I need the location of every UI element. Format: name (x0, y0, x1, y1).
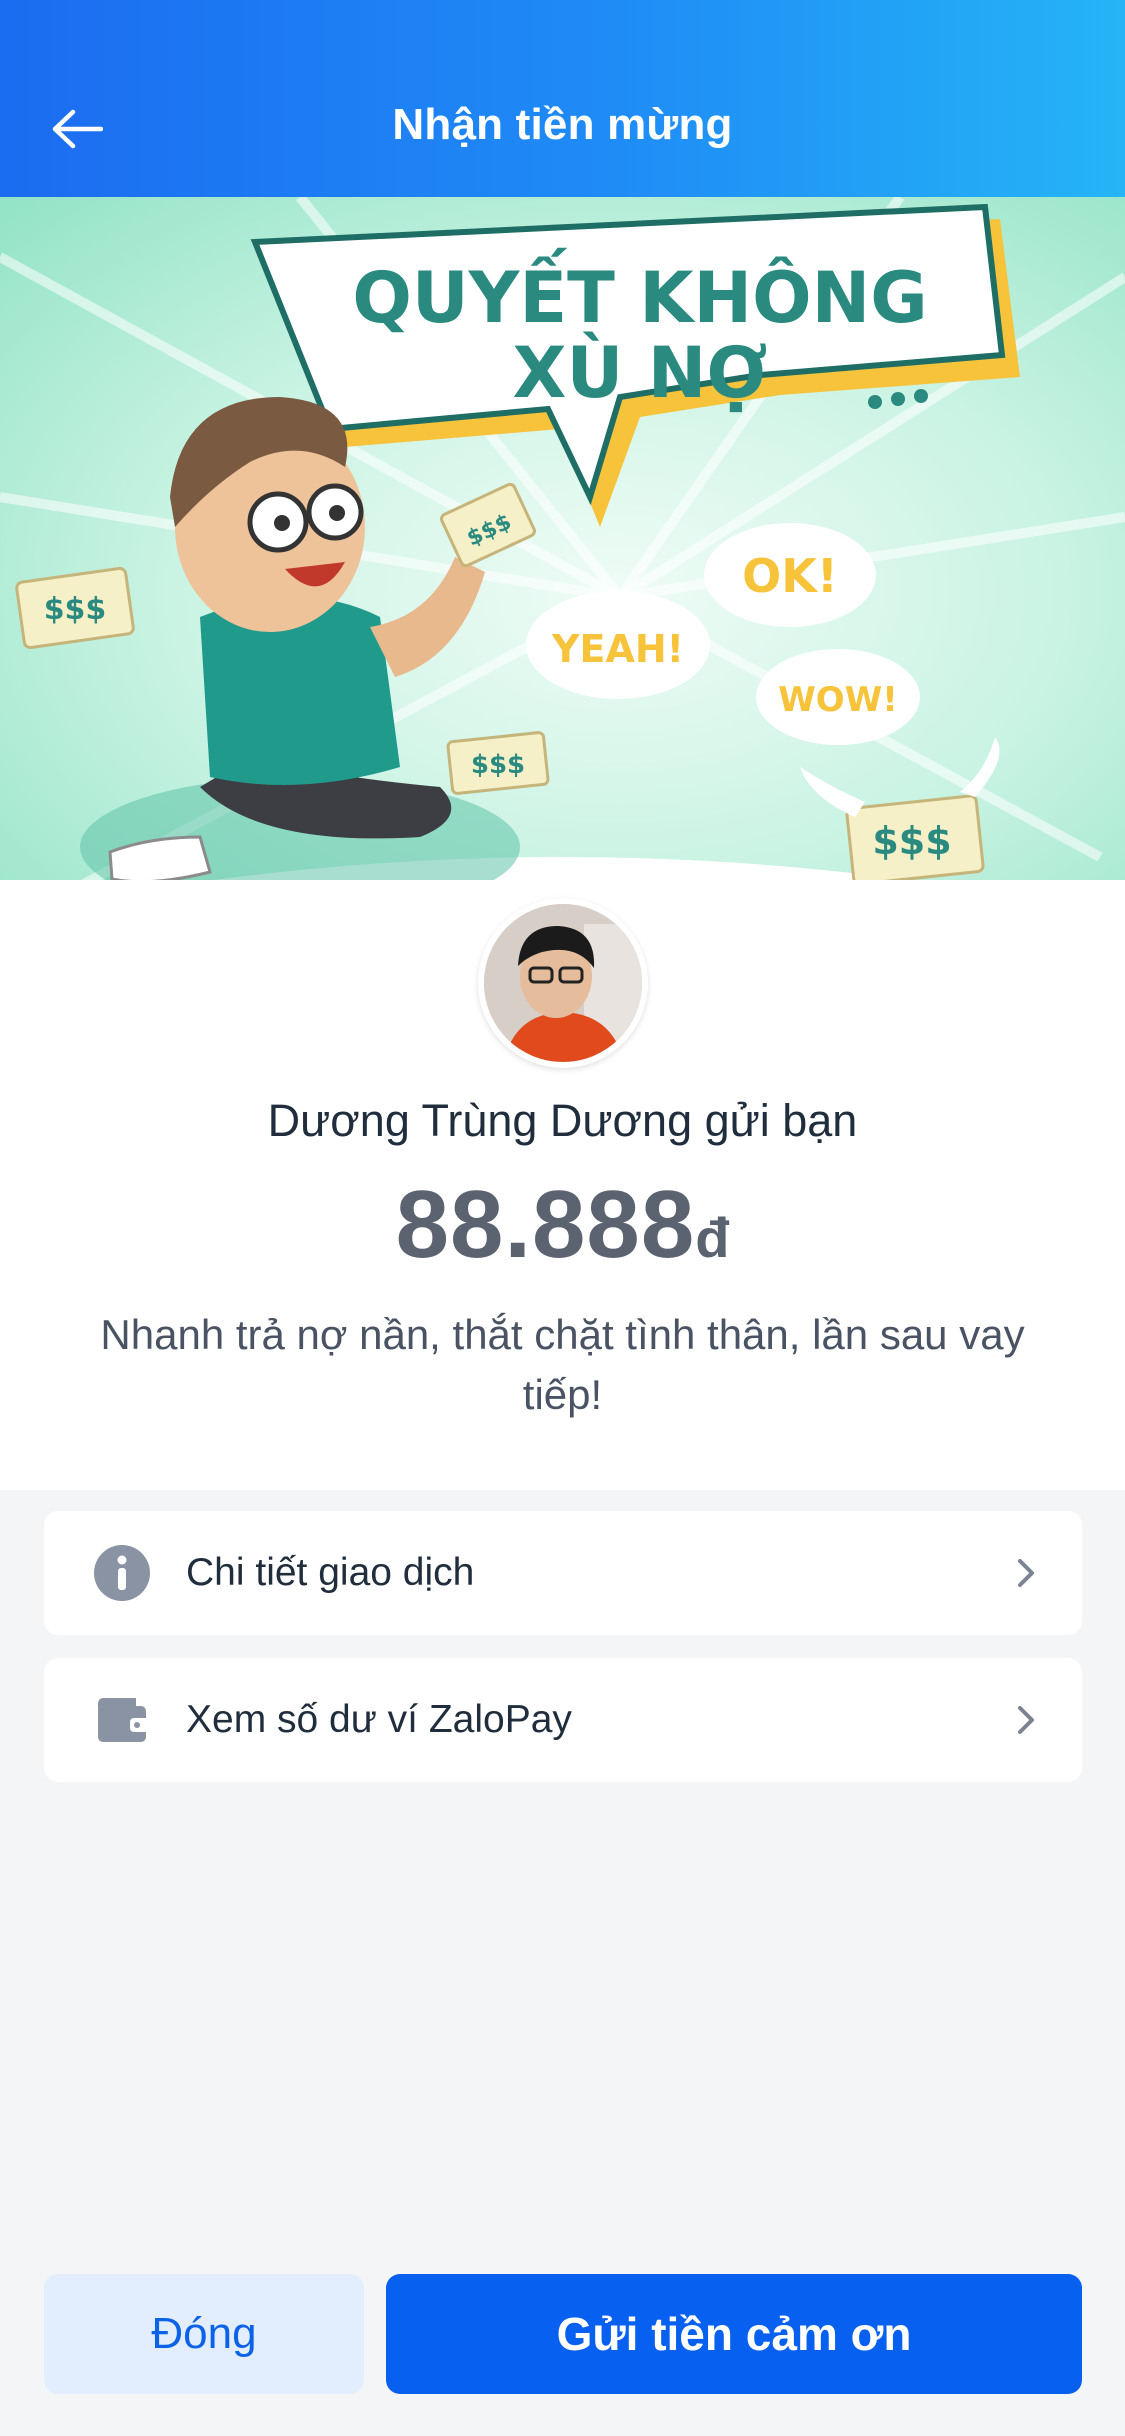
chevron-right-icon (1018, 1706, 1034, 1734)
header-bar: Nhận tiền mừng (0, 0, 1125, 197)
chevron-right-icon (1018, 1559, 1034, 1587)
svg-text:XÙ NỢ: XÙ NỢ (513, 332, 768, 414)
wallet-icon (98, 1698, 150, 1742)
send-thanks-button[interactable]: Gửi tiền cảm ơn (386, 2274, 1082, 2394)
svg-text:$$$: $$$ (471, 750, 525, 780)
menu-item-label: Xem số dư ví ZaloPay (186, 1698, 572, 1741)
sender-avatar (478, 898, 648, 1068)
svg-text:OK!: OK! (742, 549, 838, 603)
sender-line: Dương Trùng Dương gửi bạn (267, 1095, 858, 1146)
currency-symbol: đ (695, 1206, 730, 1269)
svg-text:$$$: $$$ (44, 592, 107, 627)
money-bill-left: $$$ (15, 566, 135, 650)
bubble-yeah: YEAH! (526, 591, 710, 699)
info-icon (94, 1545, 150, 1601)
money-bill-center: $$$ (446, 731, 550, 795)
menu-item-wallet-balance[interactable]: Xem số dư ví ZaloPay (44, 1658, 1082, 1782)
amount-value: 88.888 (395, 1171, 696, 1278)
gift-message: Nhanh trả nợ nần, thắt chặt tình thân, l… (100, 1311, 1025, 1418)
menu-item-label: Chi tiết giao dịch (186, 1551, 475, 1594)
menu-item-transaction-details[interactable]: Chi tiết giao dịch (44, 1511, 1082, 1635)
gift-amount: 88.888đ (0, 1170, 1125, 1280)
close-button[interactable]: Đóng (44, 2274, 364, 2394)
avatar-photo (484, 904, 642, 1062)
svg-text:QUYẾT KHÔNG: QUYẾT KHÔNG (352, 248, 927, 339)
svg-text:YEAH!: YEAH! (551, 627, 684, 671)
bubble-wow: WOW! (756, 649, 920, 745)
bubble-ok: OK! (704, 523, 876, 627)
svg-text:WOW!: WOW! (778, 680, 897, 720)
svg-text:$$$: $$$ (872, 819, 951, 863)
page-title: Nhận tiền mừng (392, 100, 733, 149)
